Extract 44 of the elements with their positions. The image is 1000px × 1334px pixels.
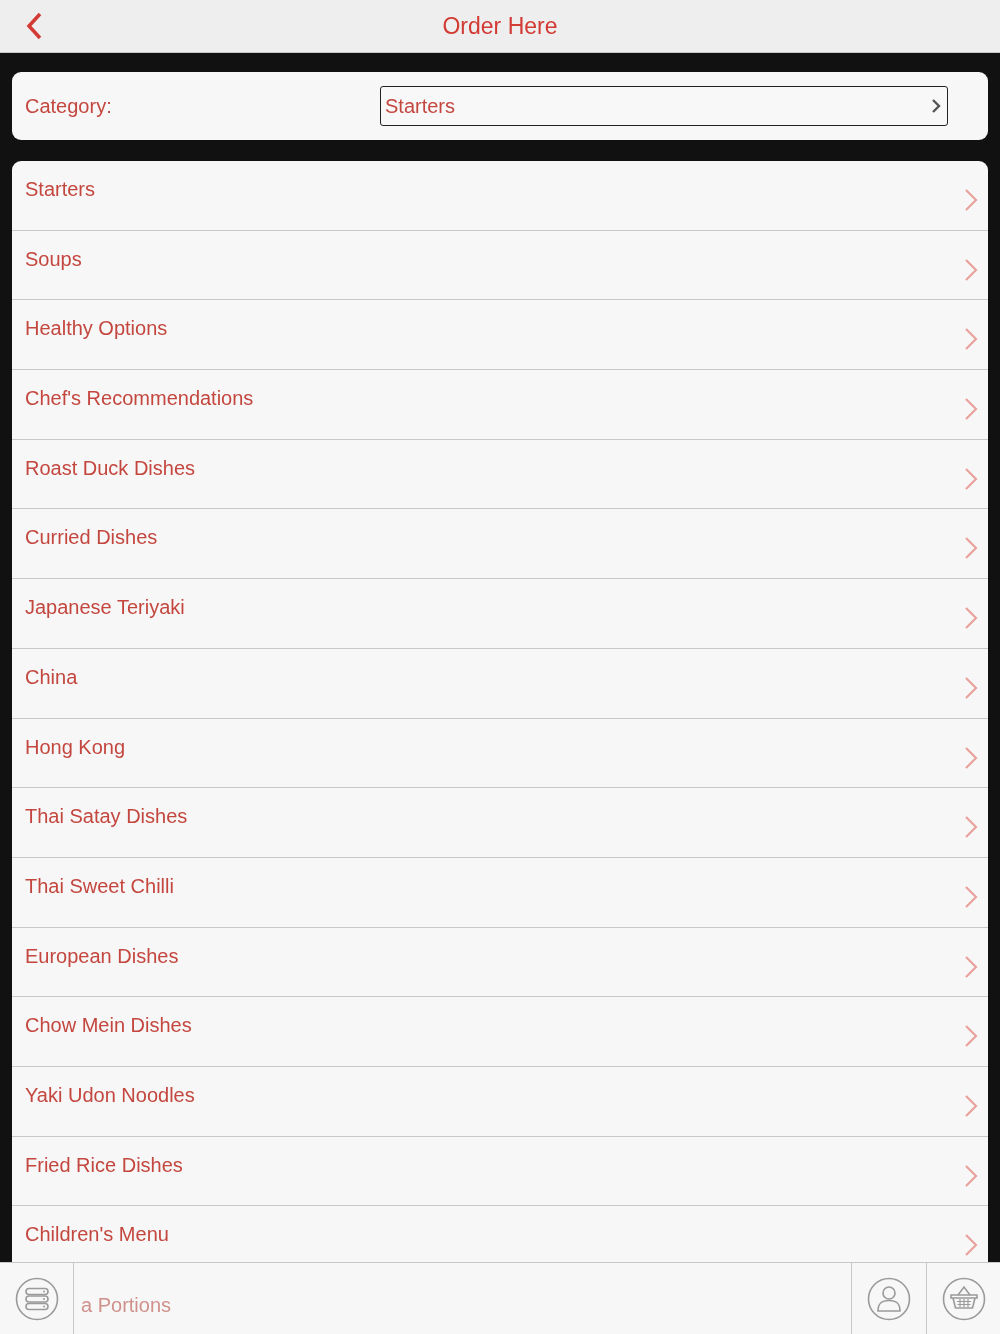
- basket-icon: [941, 1276, 986, 1321]
- chevron-right-icon: [964, 327, 978, 352]
- chevron-right-icon: [964, 1093, 978, 1118]
- chevron-right-icon: [964, 466, 978, 491]
- user-icon: [867, 1276, 911, 1321]
- category-row[interactable]: European Dishes: [12, 927, 988, 998]
- chevron-right-icon: [964, 606, 978, 631]
- chevron-right-icon: [964, 675, 978, 700]
- menu-stack-icon: [14, 1276, 59, 1321]
- category-row[interactable]: Thai Satay Dishes: [12, 788, 988, 858]
- category-row[interactable]: Soups: [12, 230, 988, 301]
- chevron-right-icon: [964, 1024, 978, 1049]
- chevron-right-icon: [964, 884, 978, 909]
- back-icon: [26, 12, 42, 40]
- chevron-right-icon: [964, 1163, 978, 1188]
- category-row[interactable]: Roast Duck Dishes: [12, 439, 988, 510]
- category-label: Category:: [25, 94, 113, 118]
- category-row[interactable]: Thai Sweet Chilli: [12, 857, 988, 928]
- chevron-right-icon: [964, 397, 978, 422]
- category-row[interactable]: Curried Dishes: [12, 509, 988, 580]
- menu-tab-button[interactable]: [14, 1276, 59, 1321]
- screen-title: Order Here: [442, 12, 558, 40]
- chevron-right-icon: [964, 815, 978, 840]
- chevron-right-icon: [964, 257, 978, 282]
- category-row[interactable]: Healthy Options: [12, 300, 988, 371]
- chevron-right-icon: [964, 745, 978, 770]
- chevron-right-icon: [964, 954, 978, 979]
- category-row[interactable]: Japanese Teriyaki: [12, 579, 988, 649]
- chevron-right-icon: [964, 188, 978, 212]
- category-select[interactable]: Starters: [380, 86, 948, 126]
- chevron-right-icon: [931, 98, 941, 114]
- category-row[interactable]: Chow Mein Dishes: [12, 997, 988, 1067]
- faded-category-label: a Portions: [81, 1292, 172, 1318]
- category-row[interactable]: Children's Menu: [12, 1206, 988, 1262]
- category-row[interactable]: Yaki Udon Noodles: [12, 1066, 988, 1137]
- category-row[interactable]: Fried Rice Dishes: [12, 1136, 988, 1207]
- chevron-right-icon: [964, 1233, 978, 1258]
- account-tab-button[interactable]: [867, 1276, 911, 1321]
- basket-tab-button[interactable]: [941, 1276, 986, 1321]
- category-row[interactable]: Hong Kong: [12, 718, 988, 789]
- category-row[interactable]: Starters: [12, 161, 988, 231]
- chevron-right-icon: [964, 536, 978, 561]
- category-row[interactable]: China: [12, 648, 988, 719]
- category-row[interactable]: Chef's Recommendations: [12, 370, 988, 440]
